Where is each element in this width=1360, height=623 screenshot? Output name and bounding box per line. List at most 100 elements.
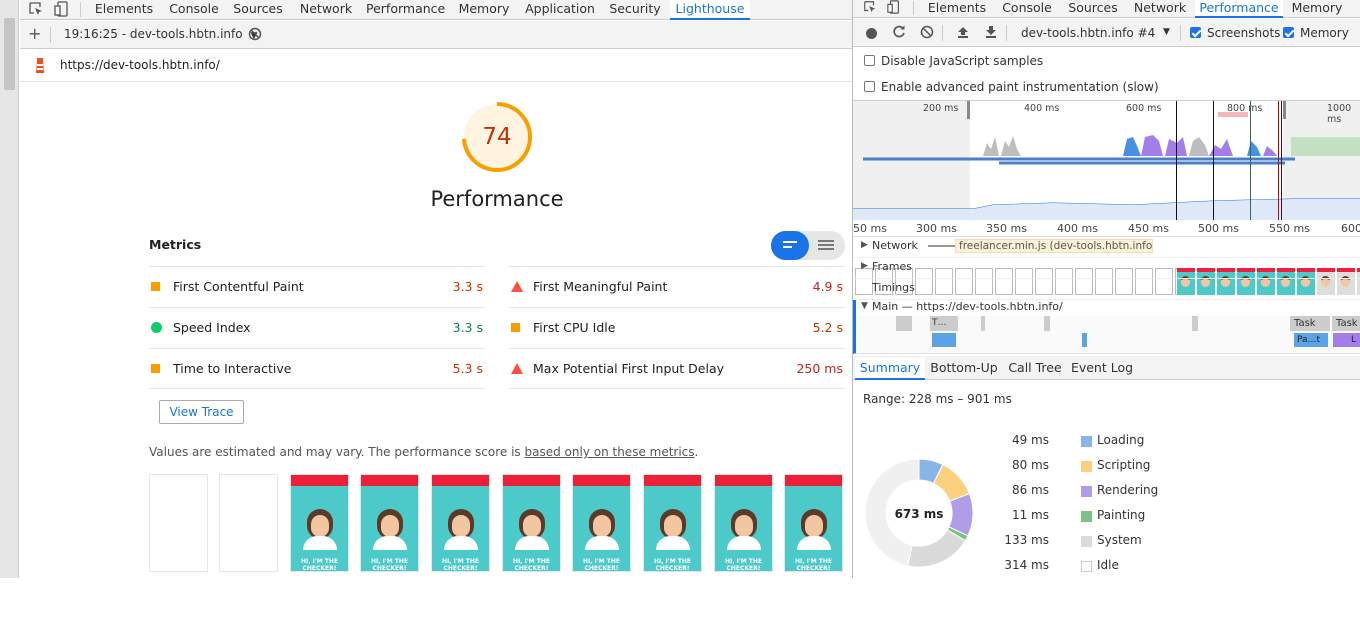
fail-status-icon — [511, 281, 523, 292]
inspect-element-icon[interactable] — [863, 0, 877, 14]
summary-value: 86 ms — [1011, 483, 1049, 497]
detail-tick: 550 ms — [1269, 222, 1310, 235]
metric-label: Speed Index — [173, 320, 251, 335]
filmstrip-frame: HI, I'M THE CHECKER! — [431, 474, 490, 572]
device-toolbar-icon[interactable] — [887, 0, 901, 14]
paint-instrumentation-checkbox[interactable] — [864, 81, 875, 92]
metric-first-cpu-idle: First CPU Idle 5.2 s — [509, 307, 845, 348]
avatar-shirt — [727, 536, 761, 550]
tab-console[interactable]: Console — [164, 0, 224, 20]
summary-legend: 49 ms Loading 80 ms Scripting 86 ms Rendering… — [853, 430, 1360, 575]
tab-memory[interactable]: Memory — [456, 0, 512, 20]
reload-icon[interactable] — [892, 25, 906, 39]
event-block — [932, 333, 956, 347]
upload-icon[interactable] — [956, 25, 970, 39]
avatar-shirt — [797, 536, 831, 550]
tab-elements[interactable]: Elements — [92, 0, 156, 20]
tab-lighthouse[interactable]: Lighthouse — [670, 0, 750, 20]
lighthouse-toolbar: + 19:16:25 - dev-tools.hbtn.info ▼ — [20, 21, 852, 49]
task-block — [981, 316, 985, 331]
compact-view-button[interactable] — [771, 231, 809, 260]
frame-header — [644, 475, 701, 486]
vertical-scrollbar[interactable] — [4, 18, 15, 90]
tab-network[interactable]: Network — [1129, 0, 1191, 18]
filmstrip-frame: HI, I'M THE CHECKER! — [360, 474, 419, 572]
frames-track[interactable]: ▶ Frames — [853, 258, 1360, 279]
score-value: 74 — [482, 124, 512, 150]
collapse-arrow-icon: ▼ — [861, 301, 868, 311]
tab-divider — [913, 1, 914, 15]
tab-performance[interactable]: Performance — [1195, 0, 1283, 18]
tab-performance[interactable]: Performance — [366, 0, 445, 20]
network-track[interactable]: ▶ Network freelancer.min.js (dev-tools.h… — [853, 237, 1360, 258]
expanded-view-icon — [818, 240, 834, 242]
tab-sources[interactable]: Sources — [1065, 0, 1121, 18]
summary-swatch — [1081, 561, 1092, 572]
tab-application[interactable]: Application — [522, 0, 598, 20]
screenshots-checkbox[interactable] — [1190, 27, 1201, 38]
main-track-header[interactable]: ▼ Main — https://dev-tools.hbtn.info/ — [853, 300, 1360, 316]
tab-network[interactable]: Network — [296, 0, 356, 20]
tab-sources[interactable]: Sources — [230, 0, 286, 20]
profile-selector[interactable]: dev-tools.hbtn.info #4 — [1021, 26, 1155, 40]
summary-value: 133 ms — [1004, 533, 1049, 547]
tab-summary[interactable]: Summary — [855, 358, 925, 380]
memory-checkbox[interactable] — [1283, 27, 1294, 38]
summary-label: Idle — [1097, 558, 1119, 572]
clear-icon[interactable] — [248, 27, 262, 41]
metrics-link[interactable]: based only on these metrics — [525, 445, 695, 459]
detail-tick: 450 ms — [1128, 222, 1169, 235]
detail-tick: 300 ms — [916, 222, 957, 235]
record-button[interactable] — [866, 28, 877, 39]
device-toolbar-icon[interactable] — [54, 1, 70, 17]
metric-label: First Meaningful Paint — [533, 279, 668, 294]
frame-header — [785, 475, 842, 486]
tab-bottom-up[interactable]: Bottom-Up — [929, 358, 999, 380]
metric-value: 3.3 s — [452, 279, 483, 294]
avatar-shirt — [656, 536, 690, 550]
summary-label: Rendering — [1097, 483, 1159, 497]
score-label: Performance — [430, 187, 564, 211]
expanded-view-button[interactable] — [809, 231, 845, 260]
clear-icon[interactable] — [920, 25, 934, 39]
summary-label: Painting — [1097, 508, 1146, 522]
frame-headline: HI, I'M THE CHECKER! — [654, 558, 691, 572]
filmstrip-frame-blank — [149, 474, 208, 572]
download-icon[interactable] — [984, 25, 998, 39]
tab-event-log[interactable]: Event Log — [1069, 358, 1135, 380]
task-block: Task — [1290, 316, 1330, 331]
timings-track[interactable]: Timings — [853, 279, 1360, 300]
tab-console[interactable]: Console — [997, 0, 1057, 18]
frame-body: HI, I'M THE CHECKER! — [785, 486, 842, 571]
metric-value: 5.2 s — [812, 320, 843, 335]
summary-value: 80 ms — [1011, 458, 1049, 472]
tab-memory[interactable]: Memory — [1287, 0, 1347, 18]
inspect-element-icon[interactable] — [28, 1, 44, 17]
network-request[interactable]: freelancer.min.js (dev-tools.hbtn.info) — [955, 239, 1153, 253]
metrics-heading: Metrics — [149, 237, 202, 252]
summary-legend-item: 80 ms Scripting — [853, 458, 1360, 478]
layout-block: L — [1333, 333, 1360, 347]
avatar-face — [805, 515, 823, 537]
frame-headline: HI, I'M THE CHECKER! — [725, 558, 762, 572]
disable-js-samples-label: Disable JavaScript samples — [881, 54, 1044, 68]
tab-elements[interactable]: Elements — [925, 0, 989, 18]
timeline-overview[interactable]: 200 ms 400 ms 600 ms 800 ms 1000 ms — [853, 100, 1360, 295]
avatar-face — [452, 515, 470, 537]
tab-security[interactable]: Security — [608, 0, 662, 20]
expand-arrow-icon: ▶ — [861, 240, 868, 250]
detail-ruler: 50 ms 300 ms 350 ms 400 ms 450 ms 500 ms… — [853, 220, 1360, 237]
view-trace-button[interactable]: View Trace — [159, 400, 244, 424]
tab-call-tree[interactable]: Call Tree — [1005, 358, 1065, 380]
main-track-flame[interactable]: T… Task Task Pa…t L — [853, 316, 1360, 354]
filmstrip-frame: HI, I'M THE CHECKER! — [643, 474, 702, 572]
plus-icon[interactable]: + — [28, 26, 41, 42]
report-selector[interactable]: 19:16:25 - dev-tools.hbtn.info ▼ — [64, 27, 257, 41]
disclaimer-period: . — [694, 445, 699, 459]
avatar-shirt — [303, 536, 337, 550]
frame-body: HI, I'M THE CHECKER! — [432, 486, 489, 571]
disable-js-samples-checkbox[interactable] — [864, 55, 875, 66]
summary-swatch — [1081, 436, 1092, 447]
avatar-face — [311, 515, 329, 537]
toolbar-divider — [50, 27, 51, 43]
